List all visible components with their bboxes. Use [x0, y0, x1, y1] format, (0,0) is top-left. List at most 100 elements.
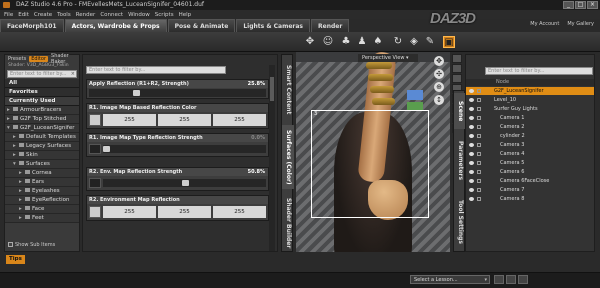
visibility-eye-icon[interactable]	[469, 170, 474, 174]
tab-actors-wardrobe-props[interactable]: Actors, Wardrobe & Props	[64, 19, 167, 32]
lesson-prev-button[interactable]	[494, 275, 504, 284]
joint-tool-icon[interactable]: ♟	[356, 36, 368, 48]
figure-tool-icon[interactable]: ☺	[322, 36, 334, 48]
checkbox-icon[interactable]	[8, 242, 13, 247]
zoom-icon[interactable]: ⊕	[434, 82, 444, 92]
scene-node[interactable]: Camera 3	[466, 141, 594, 149]
tree-item[interactable]: ▸ Skin	[5, 151, 79, 160]
lock-icon[interactable]	[477, 143, 481, 147]
slider-knob[interactable]	[103, 146, 110, 152]
scene-column-header[interactable]: Node	[466, 79, 594, 86]
scene-node[interactable]: Surfer Guy Lights	[466, 105, 594, 113]
visibility-eye-icon[interactable]	[469, 134, 474, 138]
lock-icon[interactable]	[477, 116, 481, 120]
menu-window[interactable]: Window	[128, 12, 150, 18]
tree-item[interactable]: ▸ Cornea	[5, 169, 79, 178]
node-tool-icon[interactable]: ♠	[372, 36, 384, 48]
view-cube[interactable]	[407, 90, 423, 100]
menu-create[interactable]: Create	[34, 12, 52, 18]
property-value[interactable]: 50.8%	[248, 168, 265, 176]
scene-node[interactable]: Camera 5	[466, 159, 594, 167]
tree-item[interactable]: ▾ Surfaces	[5, 160, 79, 169]
tree-item[interactable]: ▸ Legacy Surfaces	[5, 142, 79, 151]
scene-filter-input[interactable]: Enter text to filter by...	[485, 67, 593, 75]
blue-field[interactable]: 255	[213, 114, 266, 126]
scene-node[interactable]: Level_10	[466, 96, 594, 104]
image-map-swatch[interactable]	[89, 144, 101, 154]
tree-item[interactable]: ▸ Ears	[5, 178, 79, 187]
lock-icon[interactable]	[477, 107, 481, 111]
properties-scrollbar[interactable]	[269, 65, 275, 251]
scene-node[interactable]: cylinder 2	[466, 132, 594, 140]
menu-tools[interactable]: Tools	[57, 12, 71, 18]
translate-tool-icon[interactable]: ✥	[304, 36, 316, 48]
tab-lights-cameras[interactable]: Lights & Cameras	[236, 19, 311, 32]
lock-icon[interactable]	[477, 134, 481, 138]
tab-facemorph[interactable]: FaceMorph101	[0, 19, 64, 32]
tab-presets[interactable]: Presets	[8, 56, 26, 62]
scene-node-selected[interactable]: G2F_LuceanSignifer	[466, 87, 594, 95]
color-swatch[interactable]	[89, 114, 101, 126]
lock-icon[interactable]	[477, 89, 481, 93]
tab-smart-content[interactable]: Smart Content	[282, 61, 294, 119]
scene-node[interactable]: Camera 6	[466, 168, 594, 176]
property-slider[interactable]	[103, 145, 266, 153]
green-field[interactable]: 255	[158, 206, 211, 218]
visibility-eye-icon[interactable]	[469, 161, 474, 165]
menu-connect[interactable]: Connect	[100, 12, 123, 18]
visibility-eye-icon[interactable]	[469, 107, 474, 111]
visibility-eye-icon[interactable]	[469, 188, 474, 192]
visibility-eye-icon[interactable]	[469, 98, 474, 102]
my-gallery-link[interactable]: My Gallery	[567, 21, 594, 27]
scene-node[interactable]: Camera 1	[466, 114, 594, 122]
scene-option-icon[interactable]	[452, 54, 462, 63]
3d-viewport[interactable]: 3 Perspective View ▾ ✥ ✣ ⊕ ↕	[296, 52, 450, 252]
clear-filter-icon[interactable]: ×	[71, 71, 75, 77]
scene-node[interactable]: Camera 6FaceClose	[466, 177, 594, 185]
color-swatch[interactable]	[89, 206, 101, 218]
category-currently-used[interactable]: Currently Used	[5, 97, 79, 106]
green-field[interactable]: 255	[158, 114, 211, 126]
tab-editor[interactable]: Editor	[29, 56, 49, 62]
lock-icon[interactable]	[477, 188, 481, 192]
tree-item[interactable]: ▸ Eyelashes	[5, 187, 79, 196]
tab-pose-animate[interactable]: Pose & Animate	[167, 19, 236, 32]
tips-button[interactable]: Tips	[6, 255, 25, 264]
rotate-tool-icon[interactable]: ↻	[392, 36, 404, 48]
scene-node[interactable]: Camera 8	[466, 195, 594, 203]
lesson-select[interactable]: Select a Lesson...	[410, 275, 490, 284]
menu-help[interactable]: Help	[179, 12, 192, 18]
tree-item[interactable]: ▸ ArmourBracers	[5, 106, 79, 115]
scene-option-icon[interactable]	[452, 64, 462, 73]
visibility-eye-icon[interactable]	[469, 89, 474, 93]
category-favorites[interactable]: Favorites	[5, 88, 79, 97]
show-sub-items-toggle[interactable]: Show Sub Items	[5, 242, 55, 248]
tab-surfaces-color[interactable]: Surfaces (Color)	[282, 125, 294, 189]
image-map-swatch[interactable]	[89, 178, 101, 188]
lesson-next-button[interactable]	[518, 275, 528, 284]
surface-filter-input[interactable]: Enter text to filter by... ×	[7, 70, 77, 78]
pan-icon[interactable]: ✣	[434, 69, 444, 79]
view-cube-base[interactable]	[407, 102, 423, 110]
geometry-tool-icon[interactable]: ◈	[408, 36, 420, 48]
red-field[interactable]: 255	[103, 206, 156, 218]
scene-node[interactable]: Camera 7	[466, 186, 594, 194]
tree-item[interactable]: ▸ Face	[5, 205, 79, 214]
blue-field[interactable]: 255	[213, 206, 266, 218]
menu-edit[interactable]: Edit	[18, 12, 29, 18]
menu-file[interactable]: File	[4, 12, 13, 18]
property-value[interactable]: 0.0%	[251, 134, 265, 142]
property-slider[interactable]	[103, 179, 266, 187]
maximize-button[interactable]: □	[575, 1, 586, 9]
menu-render[interactable]: Render	[76, 12, 96, 18]
property-value[interactable]: 25.8%	[248, 80, 265, 88]
tab-render[interactable]: Render	[311, 19, 350, 32]
visibility-eye-icon[interactable]	[469, 179, 474, 183]
pose-tool-icon[interactable]: ♣	[340, 36, 352, 48]
lock-icon[interactable]	[477, 98, 481, 102]
slider-knob[interactable]	[133, 90, 140, 96]
lock-icon[interactable]	[477, 161, 481, 165]
tree-item[interactable]: ▾ G2F_LuceanSignifer	[5, 124, 79, 133]
tree-item[interactable]: ▸ EyeReflection	[5, 196, 79, 205]
tree-item[interactable]: ▸ Feet	[5, 214, 79, 223]
